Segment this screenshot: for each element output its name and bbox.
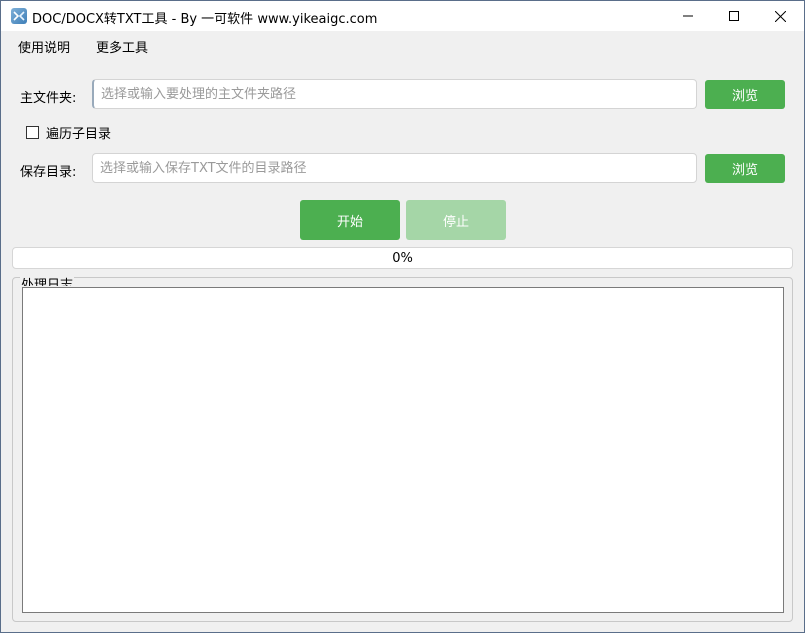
save-dir-input[interactable] — [92, 153, 697, 183]
recurse-subdirs-label: 遍历子目录 — [46, 127, 112, 142]
maximize-icon — [729, 11, 739, 21]
checkbox-icon[interactable] — [26, 126, 39, 139]
recurse-subdirs-checkbox[interactable]: 遍历子目录 — [26, 123, 111, 142]
log-textarea[interactable] — [22, 287, 784, 613]
menu-item-instructions[interactable]: 使用说明 — [18, 37, 70, 56]
minimize-icon — [683, 15, 693, 17]
menu-item-more-tools[interactable]: 更多工具 — [96, 37, 148, 56]
progress-bar: 0% — [12, 247, 793, 269]
log-group-title: 处理日志 — [20, 276, 75, 286]
save-dir-label: 保存目录: — [20, 165, 77, 180]
main-folder-label: 主文件夹: — [20, 91, 77, 106]
close-button[interactable] — [757, 1, 803, 31]
menu-bar: 使用说明 更多工具 — [1, 32, 804, 58]
window-title: DOC/DOCX转TXT工具 - By 一可软件 www.yikeaigc.co… — [32, 12, 378, 27]
close-icon — [774, 10, 786, 22]
progress-text: 0% — [392, 251, 413, 266]
app-window: DOC/DOCX转TXT工具 - By 一可软件 www.yikeaigc.co… — [0, 0, 805, 633]
app-icon — [11, 8, 27, 24]
stop-button: 停止 — [406, 200, 506, 240]
main-folder-input[interactable] — [92, 79, 697, 109]
browse-main-folder-button[interactable]: 浏览 — [705, 80, 785, 109]
minimize-button[interactable] — [665, 1, 711, 31]
start-button[interactable]: 开始 — [300, 200, 400, 240]
maximize-button[interactable] — [711, 1, 757, 31]
title-bar[interactable]: DOC/DOCX转TXT工具 - By 一可软件 www.yikeaigc.co… — [1, 1, 804, 31]
browse-save-dir-button[interactable]: 浏览 — [705, 154, 785, 183]
